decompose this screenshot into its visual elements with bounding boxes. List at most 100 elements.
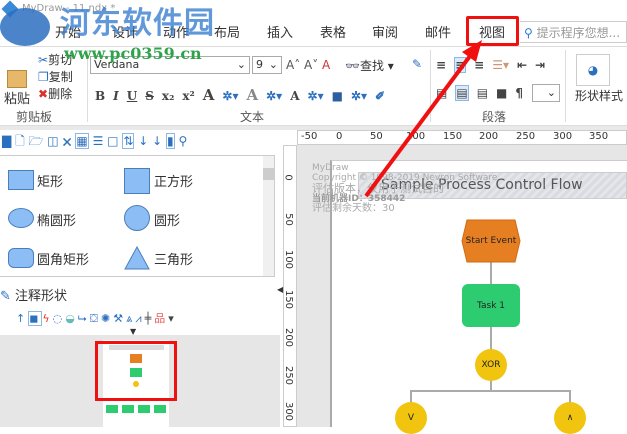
paragraph-row-1: ≡ ≡ ≡ ☰▾ ⇤ ⇥ — [436, 57, 553, 73]
superscript-icon[interactable]: x² — [182, 89, 194, 103]
fill-bucket-icon[interactable]: ◕ — [576, 54, 610, 86]
circle-shape-icon[interactable] — [124, 205, 150, 231]
align-center-icon[interactable]: ▤ — [455, 85, 469, 101]
compass-icon[interactable]: ⩘ — [135, 312, 144, 325]
divider — [565, 50, 566, 122]
shapes-icon[interactable]: ◼ — [28, 311, 43, 326]
align-top-icon[interactable]: ≡ — [436, 58, 446, 72]
close-library-icon[interactable]: 🗙 — [62, 134, 71, 148]
and-gateway[interactable]: ∧ — [554, 402, 586, 434]
underline-icon[interactable]: U — [127, 89, 137, 103]
overview-viewport[interactable] — [95, 341, 177, 401]
delete-button[interactable]: ✖删除 — [38, 86, 73, 103]
more-icon[interactable]: ▾ — [168, 312, 177, 325]
align-middle-icon[interactable]: ≡ — [454, 57, 467, 73]
tree-icon[interactable]: ⩓ — [126, 312, 135, 325]
book-icon[interactable]: ▮ — [166, 133, 175, 149]
new-icon[interactable]: 🗋 — [15, 134, 25, 148]
annotation-shapes-header[interactable]: ✎ 注释形状 — [0, 285, 67, 304]
search-icon[interactable]: ⚲ — [178, 134, 187, 148]
rectangle-shape-icon[interactable] — [8, 170, 34, 190]
shape-rectangle[interactable]: 矩形 — [37, 171, 63, 190]
strikethrough-icon[interactable]: S — [145, 89, 154, 103]
align-left-icon[interactable]: ▤ — [436, 86, 447, 100]
lightning-icon[interactable]: ϟ — [42, 312, 52, 325]
shape-rounded-rectangle[interactable]: 圆角矩形 — [37, 249, 89, 268]
xor-gateway[interactable]: XOR — [475, 349, 507, 381]
org-chart-icon[interactable]: 品 — [154, 312, 168, 325]
copy-button[interactable]: ❐复制 — [38, 69, 73, 86]
sort-desc-icon[interactable]: ↓ — [152, 134, 162, 148]
or-gateway[interactable]: V — [395, 402, 427, 434]
rounded-rectangle-shape-icon[interactable] — [8, 248, 34, 268]
tab-table[interactable]: 表格 — [320, 22, 346, 41]
font-color-icon[interactable]: A — [203, 86, 215, 104]
shadow-icon[interactable]: ■ — [332, 89, 343, 103]
gear-icon[interactable]: ✲▾ — [351, 89, 367, 103]
collapse-icon[interactable]: ▼ — [130, 327, 136, 336]
text-fill-icon[interactable]: A — [290, 89, 299, 103]
pilcrow-icon[interactable]: ¶ — [515, 86, 523, 100]
font-size-select[interactable]: 9 ⌄ — [252, 56, 282, 74]
arrow-up-icon[interactable]: ↑ — [16, 312, 28, 325]
open-icon[interactable]: 🗁 — [29, 134, 44, 148]
tab-insert[interactable]: 插入 — [267, 22, 293, 41]
subscript-icon[interactable]: x₂ — [162, 89, 174, 103]
grid-view-icon[interactable]: ▦ — [75, 133, 89, 149]
atom-icon[interactable]: ✺ — [101, 312, 113, 325]
shape-triangle[interactable]: 三角形 — [154, 249, 193, 268]
tab-mailings[interactable]: 邮件 — [425, 22, 451, 41]
splitter-arrow-icon[interactable]: ◀ — [277, 285, 283, 294]
copy-icon: ❐ — [38, 70, 49, 84]
text-shadow-icon[interactable]: A — [246, 86, 258, 104]
bullets-icon[interactable]: ☰▾ — [492, 58, 509, 72]
shape-style-button[interactable]: 形状样式 — [575, 87, 623, 104]
paste-button[interactable]: 粘贴 — [2, 70, 32, 107]
gear-icon[interactable]: ✲▾ — [222, 89, 238, 103]
connector-line — [410, 390, 571, 405]
square-shape-icon[interactable] — [124, 168, 150, 194]
italic-icon[interactable]: I — [113, 89, 119, 103]
delete-icon: ✖ — [38, 87, 49, 101]
align-right-icon[interactable]: ▤ — [477, 86, 488, 100]
tool-icon[interactable]: ⚒ — [113, 312, 126, 325]
scissors-icon: ✂ — [38, 53, 49, 67]
bold-icon[interactable]: B — [95, 89, 105, 103]
list-view-icon[interactable]: ☰ — [93, 134, 104, 148]
grow-font-icon[interactable]: A˄ A˅ A — [286, 58, 330, 72]
outdent-icon[interactable]: ⇥ — [535, 58, 545, 72]
tab-layout[interactable]: 布局 — [214, 22, 240, 41]
find-button[interactable]: 👓查找 ▾ — [345, 57, 394, 74]
align-bottom-icon[interactable]: ≡ — [474, 58, 484, 72]
gear-icon[interactable]: ✲▾ — [266, 89, 282, 103]
indent-icon[interactable]: ⇤ — [517, 58, 527, 72]
shape-circle[interactable]: 圆形 — [154, 210, 180, 229]
connector-icon[interactable]: ⮡ — [78, 312, 90, 325]
sort-icon[interactable]: ⇅ — [122, 133, 135, 149]
sort-asc-icon[interactable]: ↓ — [138, 134, 148, 148]
triangle-shape-icon[interactable] — [124, 246, 150, 270]
cross-icon[interactable]: ╪ — [145, 312, 155, 325]
gear-icon[interactable]: ✲▾ — [308, 89, 324, 103]
map-icon[interactable]: ⛋ — [90, 312, 101, 325]
spacing-select[interactable]: ⌄ — [532, 84, 560, 102]
watermark-logo — [0, 8, 50, 46]
clipboard-group-label: 剪贴板 — [16, 110, 53, 124]
paste-label: 粘贴 — [3, 92, 30, 107]
cycle-icon[interactable]: ◌ — [53, 312, 66, 325]
shape-square[interactable]: 正方形 — [154, 171, 193, 190]
box-icon[interactable]: □ — [107, 134, 118, 148]
tell-me-search[interactable]: ⚲ 提示程序您想... — [520, 21, 627, 43]
brush-icon[interactable]: ✐ — [375, 89, 385, 103]
task-1-shape[interactable]: Task 1 — [462, 284, 520, 327]
library-icon[interactable]: ◫ — [47, 134, 58, 148]
ellipse-shape-icon[interactable] — [8, 208, 34, 228]
justify-icon[interactable]: ■ — [496, 86, 507, 100]
save-icon[interactable]: ▇ — [2, 134, 11, 148]
callout-icon[interactable]: ◒ — [65, 312, 78, 325]
tab-review[interactable]: 审阅 — [372, 22, 398, 41]
scrollbar[interactable] — [263, 156, 274, 276]
format-painter-icon[interactable]: ✎ — [412, 57, 422, 71]
paragraph-row-2: ▤ ▤ ▤ ■ ¶ — [436, 85, 531, 101]
shape-ellipse[interactable]: 椭圆形 — [37, 210, 76, 229]
